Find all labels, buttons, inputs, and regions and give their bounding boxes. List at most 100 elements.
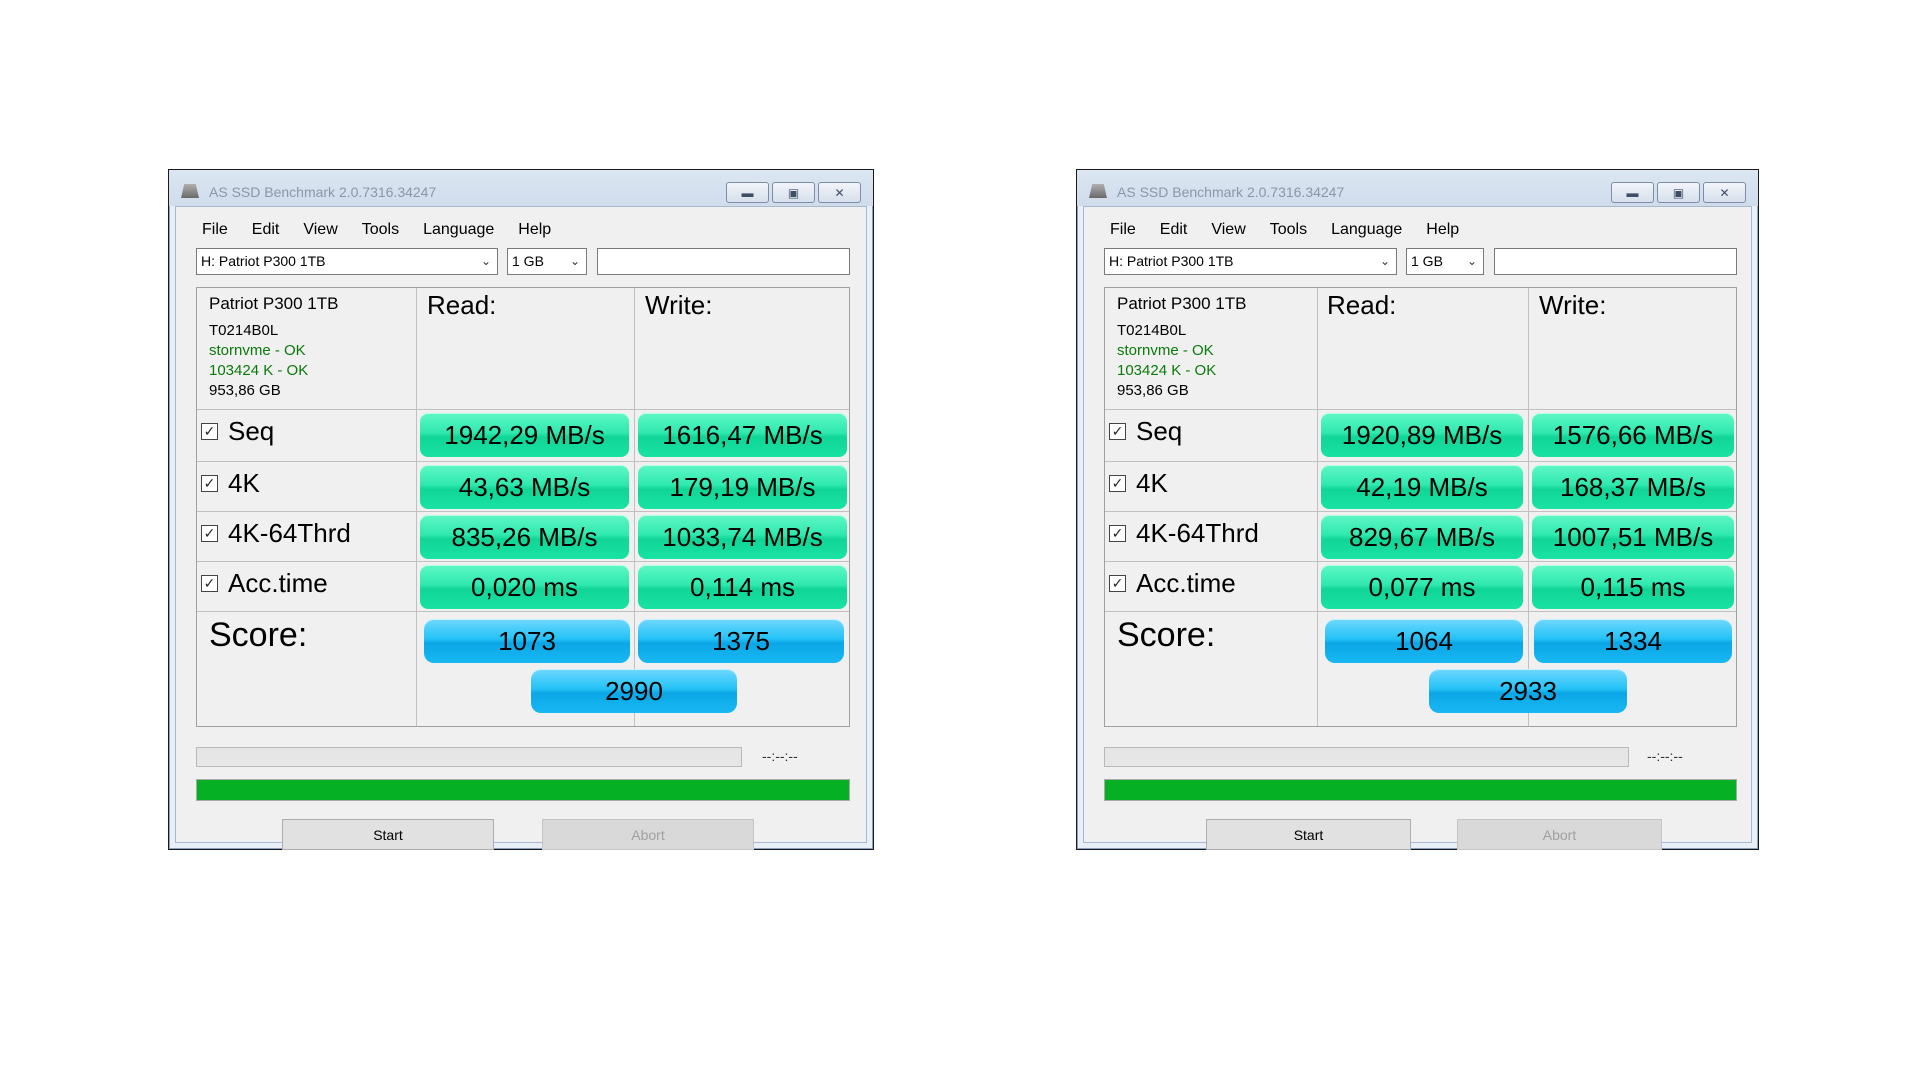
title-bar[interactable]: AS SSD Benchmark 2.0.7316.34247 ▬ ▣ ✕	[169, 170, 873, 206]
row-label-4k-64thrd[interactable]: ✓ 4K-64Thrd	[201, 518, 351, 549]
menu-edit[interactable]: Edit	[1160, 221, 1188, 239]
chevron-down-icon: ⌄	[569, 254, 580, 268]
row-label-4k[interactable]: ✓ 4K	[201, 468, 260, 499]
menu-language[interactable]: Language	[1331, 221, 1402, 239]
device-firmware: T0214B0L	[1117, 322, 1187, 339]
device-alignment: 103424 K - OK	[1117, 362, 1217, 379]
menu-tools[interactable]: Tools	[362, 221, 399, 239]
seq-read-value: 1942,29 MB/s	[420, 413, 629, 457]
device-firmware: T0214B0L	[209, 322, 279, 339]
4k-read-value: 42,19 MB/s	[1321, 465, 1523, 509]
chevron-down-icon: ⌄	[1466, 254, 1477, 268]
elapsed-time: --:--:--	[1647, 748, 1683, 764]
menu-view[interactable]: View	[303, 221, 337, 239]
results-grid: Patriot P300 1TB T0214B0L stornvme - OK …	[1104, 287, 1737, 727]
menu-file[interactable]: File	[1110, 221, 1136, 239]
size-select-value: 1 GB	[1411, 253, 1443, 269]
seq-read-value: 1920,89 MB/s	[1321, 413, 1523, 457]
read-header: Read:	[1327, 290, 1397, 320]
chevron-down-icon: ⌄	[480, 254, 491, 268]
drive-select[interactable]: H: Patriot P300 1TB ⌄	[196, 248, 498, 275]
checkbox-checked-icon[interactable]: ✓	[201, 575, 218, 592]
write-header: Write:	[1539, 290, 1607, 320]
menu-file[interactable]: File	[202, 221, 228, 239]
score-total: 2933	[1429, 669, 1627, 713]
size-select[interactable]: 1 GB ⌄	[1406, 248, 1484, 275]
size-select[interactable]: 1 GB ⌄	[507, 248, 587, 275]
4k-write-value: 179,19 MB/s	[638, 465, 847, 509]
chevron-down-icon: ⌄	[1379, 254, 1390, 268]
acc-time-read-value: 0,077 ms	[1321, 565, 1523, 609]
row-label-seq[interactable]: ✓ Seq	[201, 416, 274, 447]
score-write: 1334	[1534, 619, 1732, 663]
checkbox-checked-icon[interactable]: ✓	[201, 423, 218, 440]
title-bar[interactable]: AS SSD Benchmark 2.0.7316.34247 ▬ ▣ ✕	[1077, 170, 1758, 206]
device-name: Patriot P300 1TB	[209, 294, 339, 313]
4k-read-value: 43,63 MB/s	[420, 465, 629, 509]
acc-time-write-value: 0,115 ms	[1532, 565, 1734, 609]
row-label-acc-time[interactable]: ✓ Acc.time	[1109, 568, 1236, 599]
start-button[interactable]: Start	[1206, 819, 1411, 850]
info-field[interactable]	[597, 248, 850, 275]
checkbox-checked-icon[interactable]: ✓	[201, 525, 218, 542]
device-capacity: 953,86 GB	[1117, 382, 1189, 399]
score-read: 1064	[1325, 619, 1523, 663]
menu-view[interactable]: View	[1211, 221, 1245, 239]
abort-button[interactable]: Abort	[542, 819, 754, 850]
device-driver: stornvme - OK	[1117, 342, 1214, 359]
window-title: AS SSD Benchmark 2.0.7316.34247	[1117, 184, 1345, 200]
menu-tools[interactable]: Tools	[1270, 221, 1307, 239]
test-progress-bar	[196, 747, 742, 767]
menu-bar: File Edit View Tools Language Help	[1110, 221, 1483, 239]
seq-write-value: 1576,66 MB/s	[1532, 413, 1734, 457]
info-field[interactable]	[1494, 248, 1737, 275]
size-select-value: 1 GB	[512, 253, 544, 269]
start-button[interactable]: Start	[282, 819, 494, 850]
4k-64thrd-write-value: 1033,74 MB/s	[638, 515, 847, 559]
benchmark-window-right: AS SSD Benchmark 2.0.7316.34247 ▬ ▣ ✕ Fi…	[1076, 169, 1759, 850]
device-capacity: 953,86 GB	[209, 382, 281, 399]
acc-time-write-value: 0,114 ms	[638, 565, 847, 609]
app-disk-icon	[1089, 184, 1107, 198]
overall-progress-bar	[196, 779, 850, 801]
seq-write-value: 1616,47 MB/s	[638, 413, 847, 457]
checkbox-checked-icon[interactable]: ✓	[1109, 575, 1126, 592]
menu-help[interactable]: Help	[1426, 221, 1459, 239]
row-label-4k-64thrd[interactable]: ✓ 4K-64Thrd	[1109, 518, 1259, 549]
close-icon[interactable]: ✕	[1703, 182, 1746, 203]
4k-64thrd-read-value: 829,67 MB/s	[1321, 515, 1523, 559]
row-label-acc-time[interactable]: ✓ Acc.time	[201, 568, 328, 599]
test-progress-bar	[1104, 747, 1629, 767]
4k-64thrd-read-value: 835,26 MB/s	[420, 515, 629, 559]
menu-edit[interactable]: Edit	[252, 221, 280, 239]
menu-language[interactable]: Language	[423, 221, 494, 239]
maximize-icon[interactable]: ▣	[1657, 182, 1700, 203]
elapsed-time: --:--:--	[762, 748, 798, 764]
benchmark-window-left: AS SSD Benchmark 2.0.7316.34247 ▬ ▣ ✕ Fi…	[168, 169, 874, 850]
abort-button[interactable]: Abort	[1457, 819, 1662, 850]
close-icon[interactable]: ✕	[818, 182, 861, 203]
device-name: Patriot P300 1TB	[1117, 294, 1247, 313]
4k-64thrd-write-value: 1007,51 MB/s	[1532, 515, 1734, 559]
4k-write-value: 168,37 MB/s	[1532, 465, 1734, 509]
score-write: 1375	[638, 619, 844, 663]
minimize-icon[interactable]: ▬	[726, 182, 769, 203]
drive-select-value: H: Patriot P300 1TB	[1109, 253, 1234, 269]
device-driver: stornvme - OK	[209, 342, 306, 359]
score-read: 1073	[424, 619, 630, 663]
row-label-seq[interactable]: ✓ Seq	[1109, 416, 1182, 447]
drive-select[interactable]: H: Patriot P300 1TB ⌄	[1104, 248, 1397, 275]
checkbox-checked-icon[interactable]: ✓	[1109, 475, 1126, 492]
checkbox-checked-icon[interactable]: ✓	[1109, 423, 1126, 440]
menu-bar: File Edit View Tools Language Help	[202, 221, 575, 239]
minimize-icon[interactable]: ▬	[1611, 182, 1654, 203]
checkbox-checked-icon[interactable]: ✓	[1109, 525, 1126, 542]
row-label-4k[interactable]: ✓ 4K	[1109, 468, 1168, 499]
drive-select-value: H: Patriot P300 1TB	[201, 253, 326, 269]
checkbox-checked-icon[interactable]: ✓	[201, 475, 218, 492]
read-header: Read:	[427, 290, 497, 320]
maximize-icon[interactable]: ▣	[772, 182, 815, 203]
score-total: 2990	[531, 669, 737, 713]
menu-help[interactable]: Help	[518, 221, 551, 239]
overall-progress-fill	[197, 780, 849, 800]
